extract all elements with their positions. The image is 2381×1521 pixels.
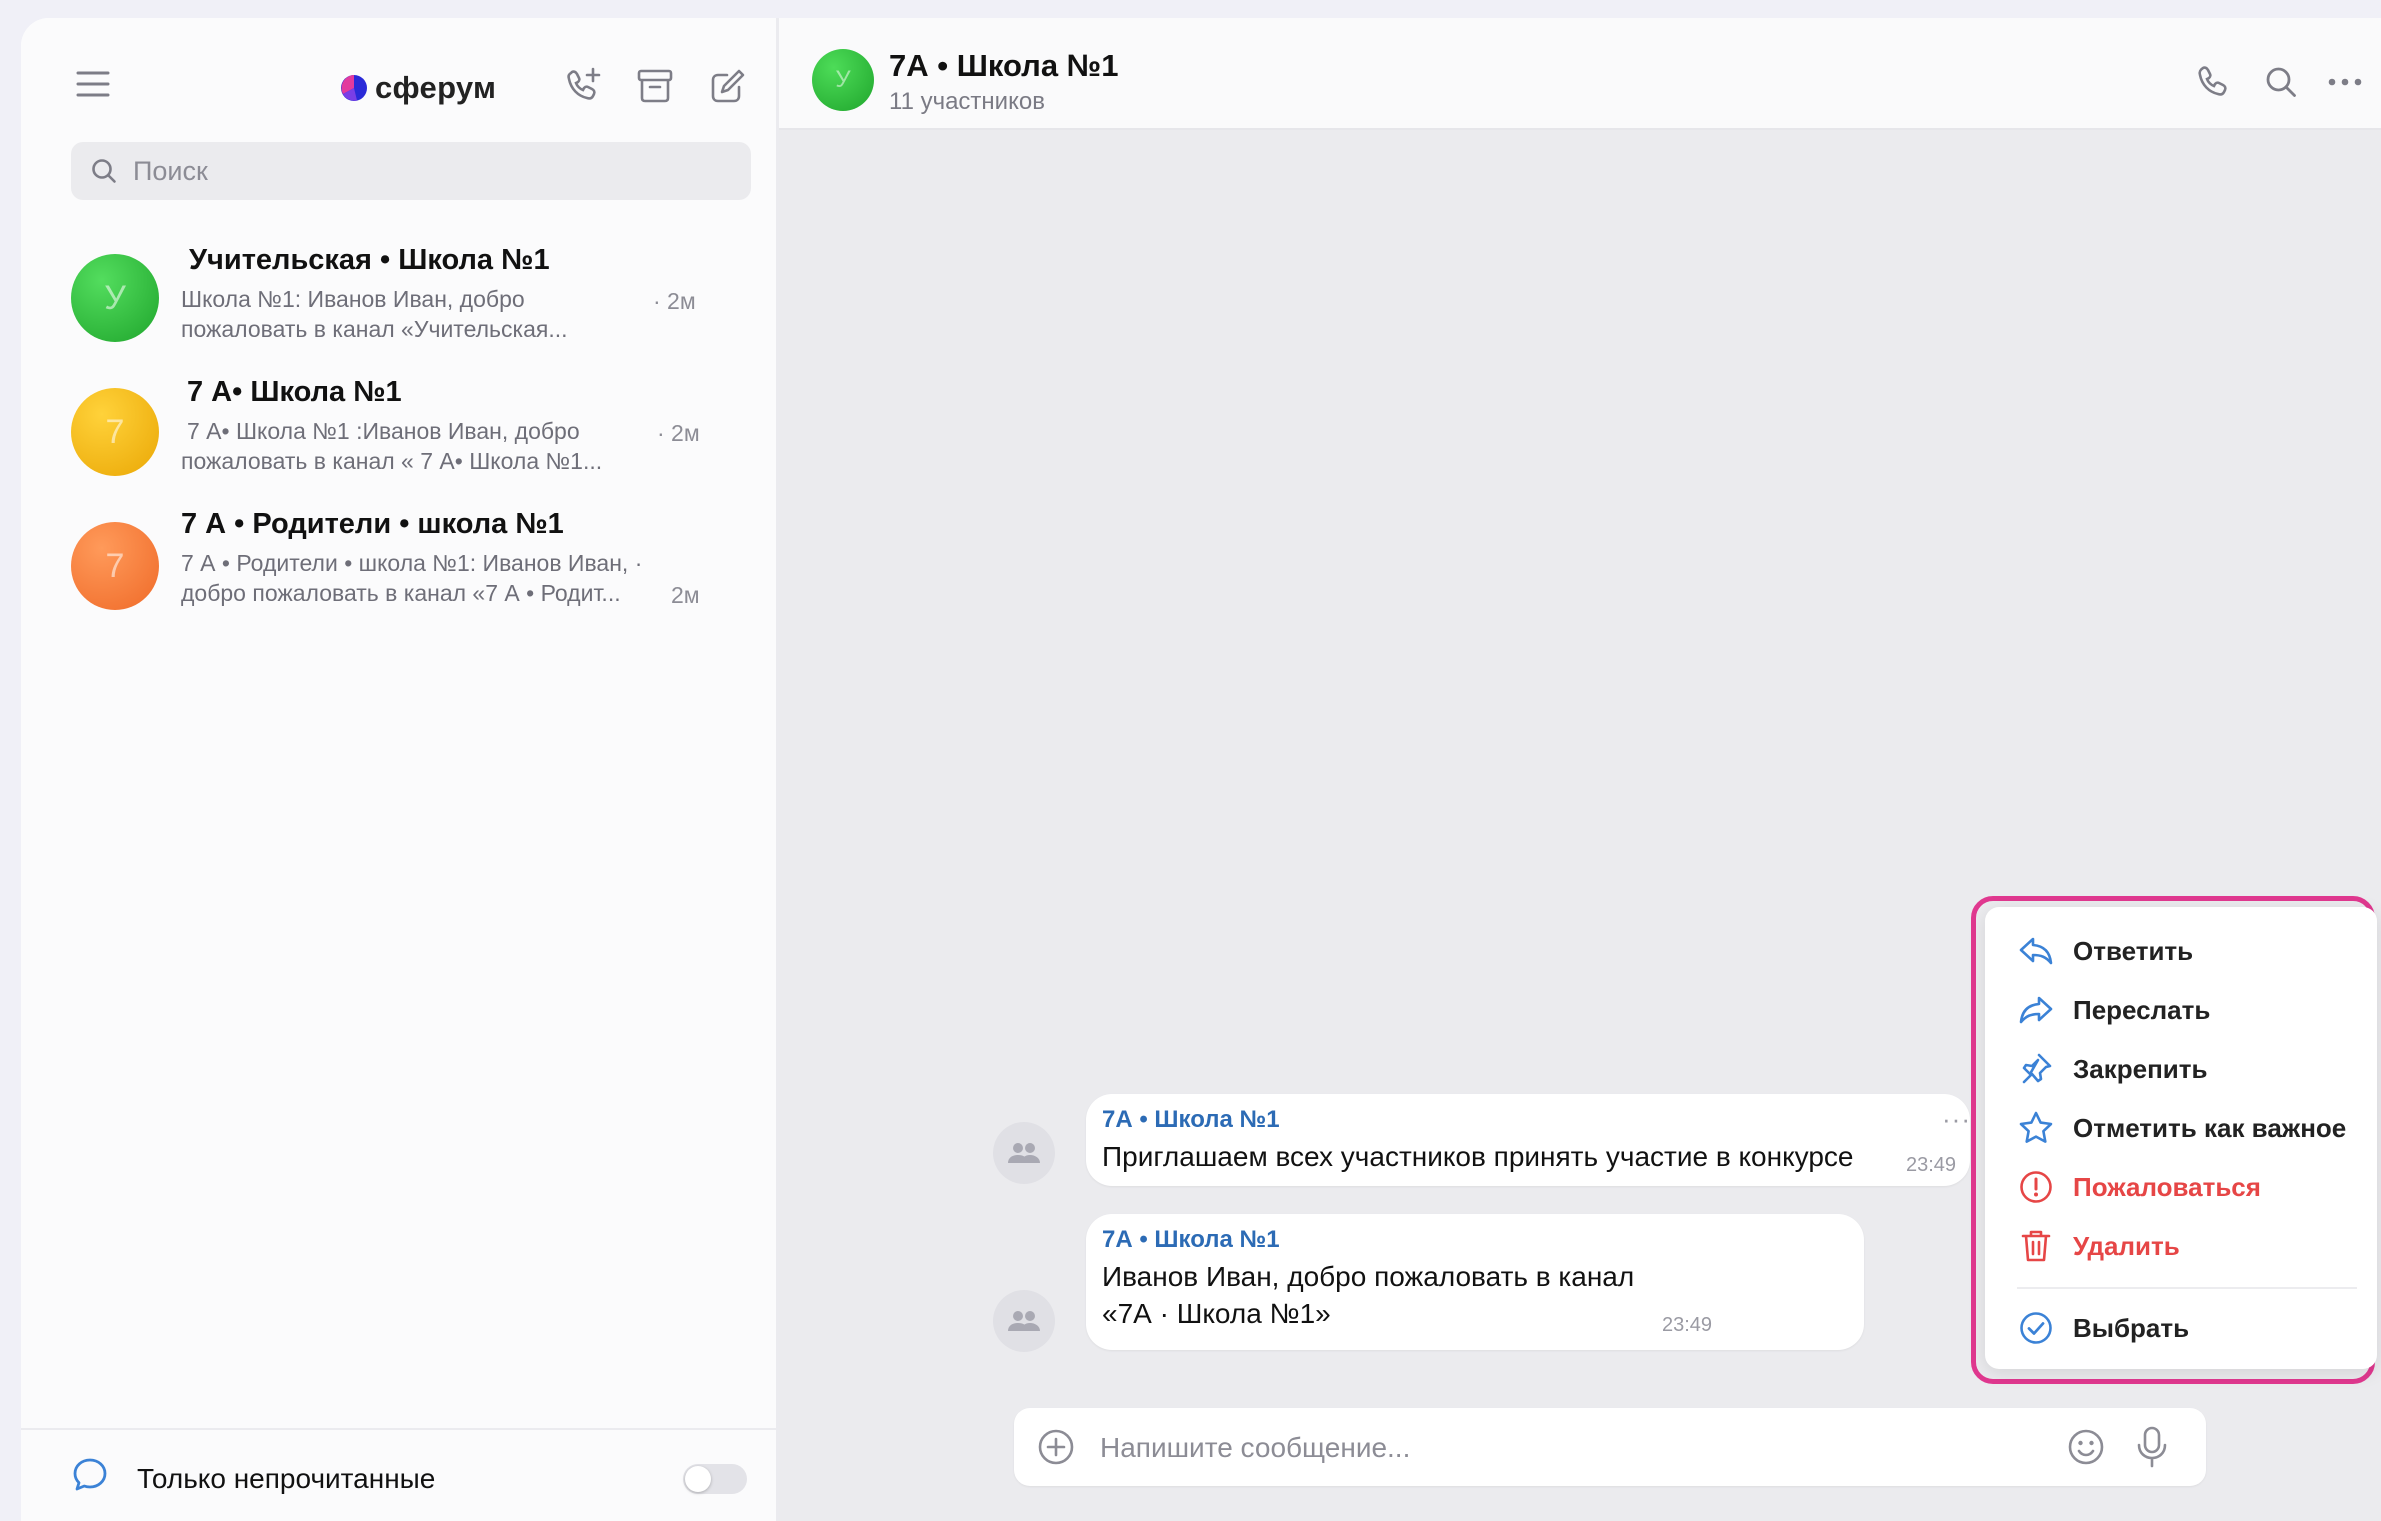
chat-list-item[interactable]: 7 7 А • Родители • школа №1 7 А • Родите… <box>21 500 776 628</box>
chat-header-avatar[interactable]: У <box>812 49 874 111</box>
star-icon <box>2017 1109 2055 1147</box>
message-bubble[interactable]: 7А • Школа №1 Приглашаем всех участников… <box>1086 1094 1970 1186</box>
message-bubble[interactable]: 7А • Школа №1 Иванов Иван, добро пожалов… <box>1086 1214 1864 1350</box>
chat-list-item[interactable]: 7 7 А• Школа №1 7 А• Школа №1 :Иванов Ив… <box>21 368 776 496</box>
chat-preview: 7 А• Школа №1 :Иванов Иван, добро пожало… <box>181 416 657 476</box>
chat-title: 7 А • Родители • школа №1 <box>181 508 564 540</box>
search-icon <box>92 159 116 183</box>
avatar-letter: У <box>835 66 851 93</box>
menu-divider <box>2017 1287 2357 1289</box>
menu-item-label: Ответить <box>2073 935 2194 966</box>
message-composer <box>1014 1408 2206 1486</box>
unread-filter-bar: Только непрочитанные <box>21 1428 776 1521</box>
toggle-knob <box>685 1466 711 1492</box>
chat-time: · 2м <box>653 288 696 314</box>
chat-preview-line: пожаловать в канал «Учительская... <box>181 316 568 342</box>
group-icon <box>1008 1311 1040 1331</box>
unread-only-label: Только непрочитанные <box>137 1463 436 1494</box>
phone-icon[interactable] <box>2187 56 2239 108</box>
message-text: Приглашаем всех участников принять участ… <box>1102 1141 1854 1172</box>
report-icon <box>2017 1168 2055 1206</box>
attach-plus-icon[interactable] <box>1034 1425 1078 1469</box>
chat-preview-line: 7 А• Школа №1 :Иванов Иван, добро <box>187 418 580 444</box>
chat-header-title[interactable]: 7А • Школа №1 <box>889 48 1118 84</box>
message-time: 23:49 <box>1906 1154 1957 1176</box>
menu-item-pin[interactable]: Закрепить <box>1985 1040 2377 1098</box>
chat-preview-line: Школа №1: Иванов Иван, добро <box>181 286 525 312</box>
menu-item-label: Удалить <box>2073 1230 2180 1261</box>
menu-item-delete[interactable]: Удалить <box>1985 1217 2377 1275</box>
message-author[interactable]: 7А • Школа №1 <box>1102 1226 1280 1254</box>
pin-icon <box>2017 1050 2055 1088</box>
search-icon[interactable] <box>2255 56 2307 108</box>
message-text: «7А · Школа №1» <box>1102 1298 1331 1329</box>
chat-title: 7 А• Школа №1 <box>187 376 402 408</box>
message-text: Иванов Иван, добро пожаловать в канал <box>1102 1261 1635 1292</box>
message-author[interactable]: 7А • Школа №1 <box>1102 1106 1280 1134</box>
menu-item-label: Закрепить <box>2073 1053 2208 1084</box>
menu-item-reply[interactable]: Ответить <box>1985 922 2377 980</box>
message-input[interactable] <box>1098 1428 2002 1468</box>
logo-text: сферум <box>375 70 497 105</box>
chat-avatar: У <box>71 254 159 342</box>
chat-preview-line: добро пожаловать в канал «7 А • Родит... <box>181 580 621 606</box>
emoji-icon[interactable] <box>2062 1423 2110 1471</box>
sender-group-avatar[interactable] <box>993 1290 1055 1352</box>
chat-title: Учительская • Школа №1 <box>189 244 550 276</box>
menu-item-forward[interactable]: Переслать <box>1985 981 2377 1039</box>
search-input[interactable] <box>131 154 695 188</box>
chat-header-subtitle: 11 участников <box>889 88 1045 115</box>
avatar-letter: 7 <box>105 412 125 451</box>
chat-preview-line: 7 А • Родители • школа №1: Иванов Иван, … <box>181 550 643 576</box>
chat-time: · 2м <box>657 420 700 446</box>
sidebar: сферум Поиск У Учительская • Школа №1 Шк… <box>21 18 779 1521</box>
select-check-icon <box>2017 1309 2055 1347</box>
avatar-letter: У <box>104 278 126 317</box>
menu-item-select[interactable]: Выбрать <box>1985 1299 2377 1357</box>
menu-item-mark-important[interactable]: Отметить как важное <box>1985 1099 2377 1157</box>
menu-item-report[interactable]: Пожаловаться <box>1985 1158 2377 1216</box>
forward-icon <box>2017 991 2055 1029</box>
message-time: 23:49 <box>1662 1314 1713 1336</box>
chat-preview-line: пожаловать в канал « 7 А• Школа №1... <box>181 448 603 474</box>
compose-icon[interactable] <box>702 60 754 112</box>
chat-bubble-icon <box>69 1454 111 1496</box>
microphone-icon[interactable] <box>2128 1423 2176 1471</box>
new-call-icon[interactable] <box>557 60 609 112</box>
chat-preview: Школа №1: Иванов Иван, добро пожаловать … <box>181 284 651 344</box>
unread-only-toggle[interactable] <box>683 1464 747 1494</box>
chat-avatar: 7 <box>71 388 159 476</box>
sender-group-avatar[interactable] <box>993 1122 1055 1184</box>
menu-item-label: Переслать <box>2073 994 2211 1025</box>
chat-time: 2м <box>671 582 700 608</box>
message-more-icon[interactable]: ··· <box>1942 1104 1971 1135</box>
reply-icon <box>2017 932 2055 970</box>
search-bar[interactable] <box>71 142 751 200</box>
chat-list-item[interactable]: У Учительская • Школа №1 Школа №1: Ивано… <box>21 236 776 364</box>
avatar-letter: 7 <box>105 546 125 585</box>
chat-header: У 7А • Школа №1 11 участников <box>779 18 2381 130</box>
archive-icon[interactable] <box>629 60 681 112</box>
sferum-logo-icon <box>341 75 367 101</box>
chat-avatar: 7 <box>71 522 159 610</box>
menu-item-label: Отметить как важное <box>2073 1112 2347 1143</box>
hamburger-menu-icon[interactable] <box>71 62 115 106</box>
menu-item-label: Пожаловаться <box>2073 1171 2261 1202</box>
more-options-icon[interactable] <box>2319 56 2371 108</box>
menu-item-label: Выбрать <box>2073 1312 2190 1343</box>
trash-icon <box>2017 1227 2055 1265</box>
group-icon <box>1008 1143 1040 1163</box>
logo: сферум <box>339 70 496 106</box>
chat-preview: 7 А • Родители • школа №1: Иванов Иван, … <box>181 548 651 608</box>
message-context-menu: Ответить Переслать Закрепить Отметить ка… <box>1985 907 2377 1369</box>
